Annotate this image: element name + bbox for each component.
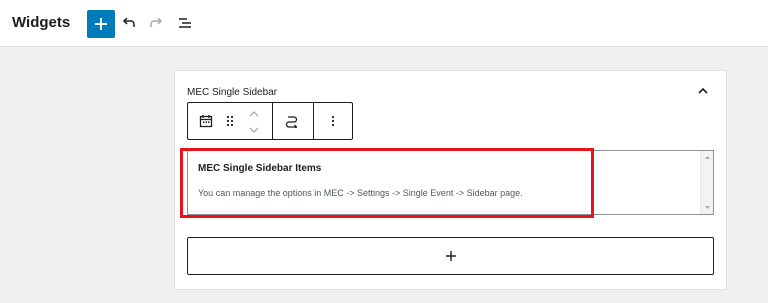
undo-button[interactable] (119, 13, 139, 33)
block-toolbar (187, 102, 353, 140)
widget-title: MEC Single Sidebar Items (198, 163, 322, 174)
transform-icon (285, 116, 298, 128)
scroll-up-icon (705, 156, 710, 159)
add-block-button[interactable] (87, 10, 115, 38)
plus-icon (445, 251, 456, 261)
toolbar-divider (272, 103, 273, 139)
more-options-button[interactable] (326, 113, 340, 129)
move-up-button[interactable] (246, 107, 262, 121)
widget-scrollbar[interactable] (700, 151, 713, 214)
more-options-icon (331, 115, 335, 127)
add-block-appender[interactable] (187, 237, 714, 275)
calendar-icon (199, 115, 213, 128)
header-toolbar: Widgets (0, 0, 768, 47)
chevron-up-icon[interactable] (696, 84, 710, 98)
widget-description: You can manage the options in MEC -> Set… (198, 188, 523, 198)
toolbar-divider (313, 103, 314, 139)
widget-preview[interactable]: MEC Single Sidebar Items You can manage … (187, 150, 714, 215)
widget-area-panel: MEC Single Sidebar MEC Single Sidebar It… (174, 70, 727, 290)
drag-handle-icon (226, 115, 234, 127)
redo-icon (150, 17, 163, 27)
block-type-button[interactable] (198, 113, 214, 129)
chevron-up-icon (249, 111, 259, 117)
redo-button[interactable] (146, 13, 166, 33)
list-view-button[interactable] (175, 13, 195, 33)
chevron-down-icon (249, 127, 259, 133)
move-down-button[interactable] (246, 123, 262, 137)
list-view-icon (179, 18, 191, 28)
transform-button[interactable] (284, 113, 300, 129)
page-title: Widgets (12, 14, 71, 31)
scroll-down-icon (705, 206, 710, 209)
plus-icon (95, 18, 107, 30)
undo-icon (122, 17, 135, 27)
widget-area-title: MEC Single Sidebar (187, 87, 278, 98)
drag-handle[interactable] (223, 113, 237, 129)
